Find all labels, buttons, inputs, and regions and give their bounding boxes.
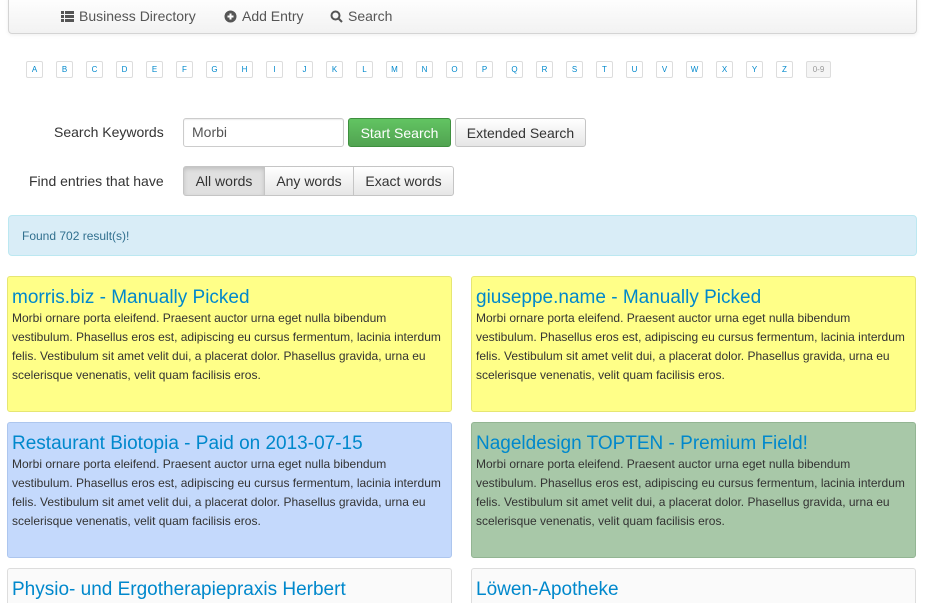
letter-c[interactable]: C — [86, 61, 103, 78]
search-keywords-label: Search Keywords — [54, 124, 164, 140]
nav-add-entry-label: Add Entry — [242, 8, 304, 24]
listing-description: Morbi ornare porta eleifend. Praesent au… — [12, 311, 441, 382]
listing-title-link[interactable]: Löwen-Apotheke — [476, 579, 911, 601]
listing-title-link[interactable]: giuseppe.name - Manually Picked — [476, 287, 911, 309]
mode-exact-words-button[interactable]: Exact words — [353, 166, 454, 196]
match-mode-group: All words Any words Exact words — [183, 166, 454, 196]
letter-v[interactable]: V — [656, 61, 673, 78]
listing-card: Physio- und Ergotherapiepraxis Herbert — [7, 568, 452, 603]
result-count-alert: Found 702 result(s)! — [8, 215, 917, 256]
letter-g[interactable]: G — [206, 61, 223, 78]
mode-any-words-button[interactable]: Any words — [264, 166, 354, 196]
listing-title-link[interactable]: Restaurant Biotopia - Paid on 2013-07-15 — [12, 433, 447, 455]
search-icon — [330, 10, 343, 23]
letter-k[interactable]: K — [326, 61, 343, 78]
letter-i[interactable]: I — [266, 61, 283, 78]
letter-b[interactable]: B — [56, 61, 73, 78]
letter-d[interactable]: D — [116, 61, 133, 78]
listing-title-link[interactable]: Physio- und Ergotherapiepraxis Herbert — [12, 579, 447, 601]
letter-e[interactable]: E — [146, 61, 163, 78]
listing-description: Morbi ornare porta eleifend. Praesent au… — [12, 457, 441, 528]
plus-circle-icon — [224, 10, 237, 23]
letter-s[interactable]: S — [566, 61, 583, 78]
letter-r[interactable]: R — [536, 61, 553, 78]
letter-x[interactable]: X — [716, 61, 733, 78]
nav-business-directory-label: Business Directory — [79, 8, 196, 24]
letter-h[interactable]: H — [236, 61, 253, 78]
letter-l[interactable]: L — [356, 61, 373, 78]
letter-w[interactable]: W — [686, 61, 703, 78]
nav-add-entry[interactable]: Add Entry — [224, 6, 303, 26]
letter-n[interactable]: N — [416, 61, 433, 78]
listing-card: morris.biz - Manually Picked Morbi ornar… — [7, 276, 452, 412]
letter-f[interactable]: F — [176, 61, 193, 78]
listing-card: Nageldesign TOPTEN - Premium Field! Morb… — [471, 422, 916, 558]
letter-q[interactable]: Q — [506, 61, 523, 78]
listing-card: giuseppe.name - Manually Picked Morbi or… — [471, 276, 916, 412]
start-search-button[interactable]: Start Search — [348, 118, 451, 147]
listing-card: Löwen-Apotheke — [471, 568, 916, 603]
letter-m[interactable]: M — [386, 61, 403, 78]
letter-j[interactable]: J — [296, 61, 313, 78]
nav-business-directory[interactable]: Business Directory — [61, 6, 196, 26]
nav-search-label: Search — [348, 8, 393, 24]
search-keywords-input[interactable]: Morbi — [183, 118, 344, 147]
letter-0-9: 0-9 — [806, 61, 831, 78]
letter-z[interactable]: Z — [776, 61, 793, 78]
mode-all-words-button[interactable]: All words — [183, 166, 265, 196]
letter-y[interactable]: Y — [746, 61, 763, 78]
letter-u[interactable]: U — [626, 61, 643, 78]
listing-description: Morbi ornare porta eleifend. Praesent au… — [476, 457, 905, 528]
listing-description: Morbi ornare porta eleifend. Praesent au… — [476, 311, 905, 382]
nav-search[interactable]: Search — [330, 6, 392, 26]
listing-card: Restaurant Biotopia - Paid on 2013-07-15… — [7, 422, 452, 558]
listing-title-link[interactable]: morris.biz - Manually Picked — [12, 287, 447, 309]
extended-search-button[interactable]: Extended Search — [455, 118, 586, 147]
top-navbar: Business Directory Add Entry Search — [8, 0, 917, 34]
letter-p[interactable]: P — [476, 61, 493, 78]
alphabet-filter: A B C D E F G H I J K L M N O P Q R S T … — [26, 61, 844, 78]
listing-title-link[interactable]: Nageldesign TOPTEN - Premium Field! — [476, 433, 911, 455]
match-mode-label: Find entries that have — [29, 173, 164, 189]
list-icon — [61, 10, 74, 23]
letter-o[interactable]: O — [446, 61, 463, 78]
letter-t[interactable]: T — [596, 61, 613, 78]
letter-a[interactable]: A — [26, 61, 43, 78]
